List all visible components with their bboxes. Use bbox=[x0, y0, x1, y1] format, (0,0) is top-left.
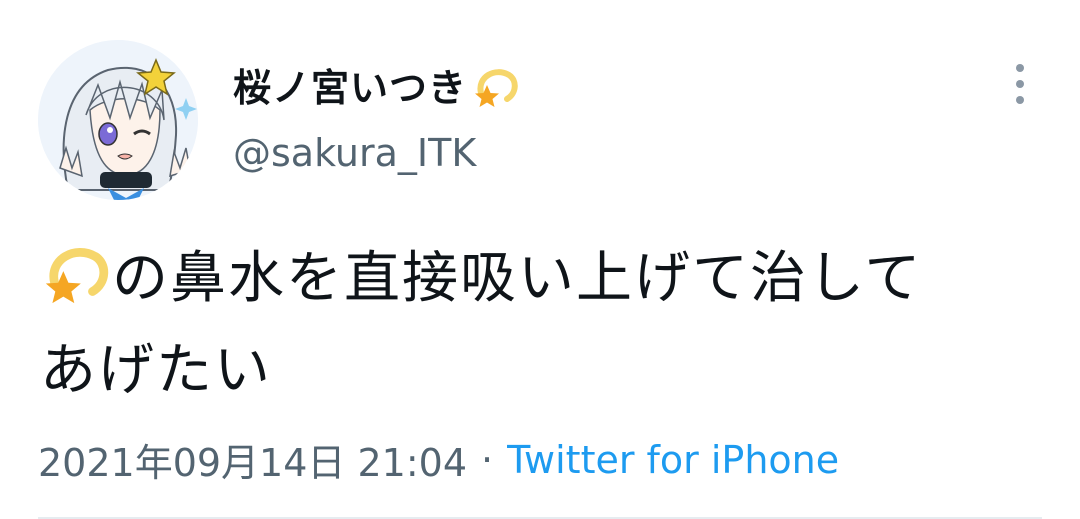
avatar-image bbox=[38, 40, 198, 200]
more-vertical-icon-dot bbox=[1016, 80, 1024, 88]
tweet-text: の鼻水を直接吸い上げて治して あげたい bbox=[40, 233, 1050, 417]
dizzy-star-icon bbox=[45, 248, 109, 304]
timestamp[interactable]: 2021年09月14日 21:04 bbox=[38, 432, 467, 487]
user-name-row[interactable]: 桜ノ宮いつき bbox=[233, 56, 519, 112]
tweet-meta: 2021年09月14日 21:04 · Twitter for iPhone bbox=[38, 432, 839, 487]
tweet-card: 桜ノ宮いつき @sakura_ITK の鼻水を直接吸い上げて治して あげたい 2… bbox=[0, 0, 1080, 519]
more-vertical-icon-dot bbox=[1016, 96, 1024, 104]
dizzy-star-icon bbox=[475, 69, 518, 107]
tweet-text-line-1: の鼻水を直接吸い上げて治して bbox=[112, 246, 923, 311]
tweet-text-line-2: あげたい bbox=[40, 338, 272, 403]
source-link[interactable]: Twitter for iPhone bbox=[507, 438, 839, 482]
meta-separator: · bbox=[481, 437, 494, 482]
user-handle[interactable]: @sakura_ITK bbox=[233, 131, 476, 175]
avatar[interactable] bbox=[38, 40, 198, 200]
more-vertical-icon bbox=[1016, 64, 1024, 72]
more-options-button[interactable] bbox=[1004, 64, 1036, 104]
display-name[interactable]: 桜ノ宮いつき bbox=[233, 57, 467, 112]
